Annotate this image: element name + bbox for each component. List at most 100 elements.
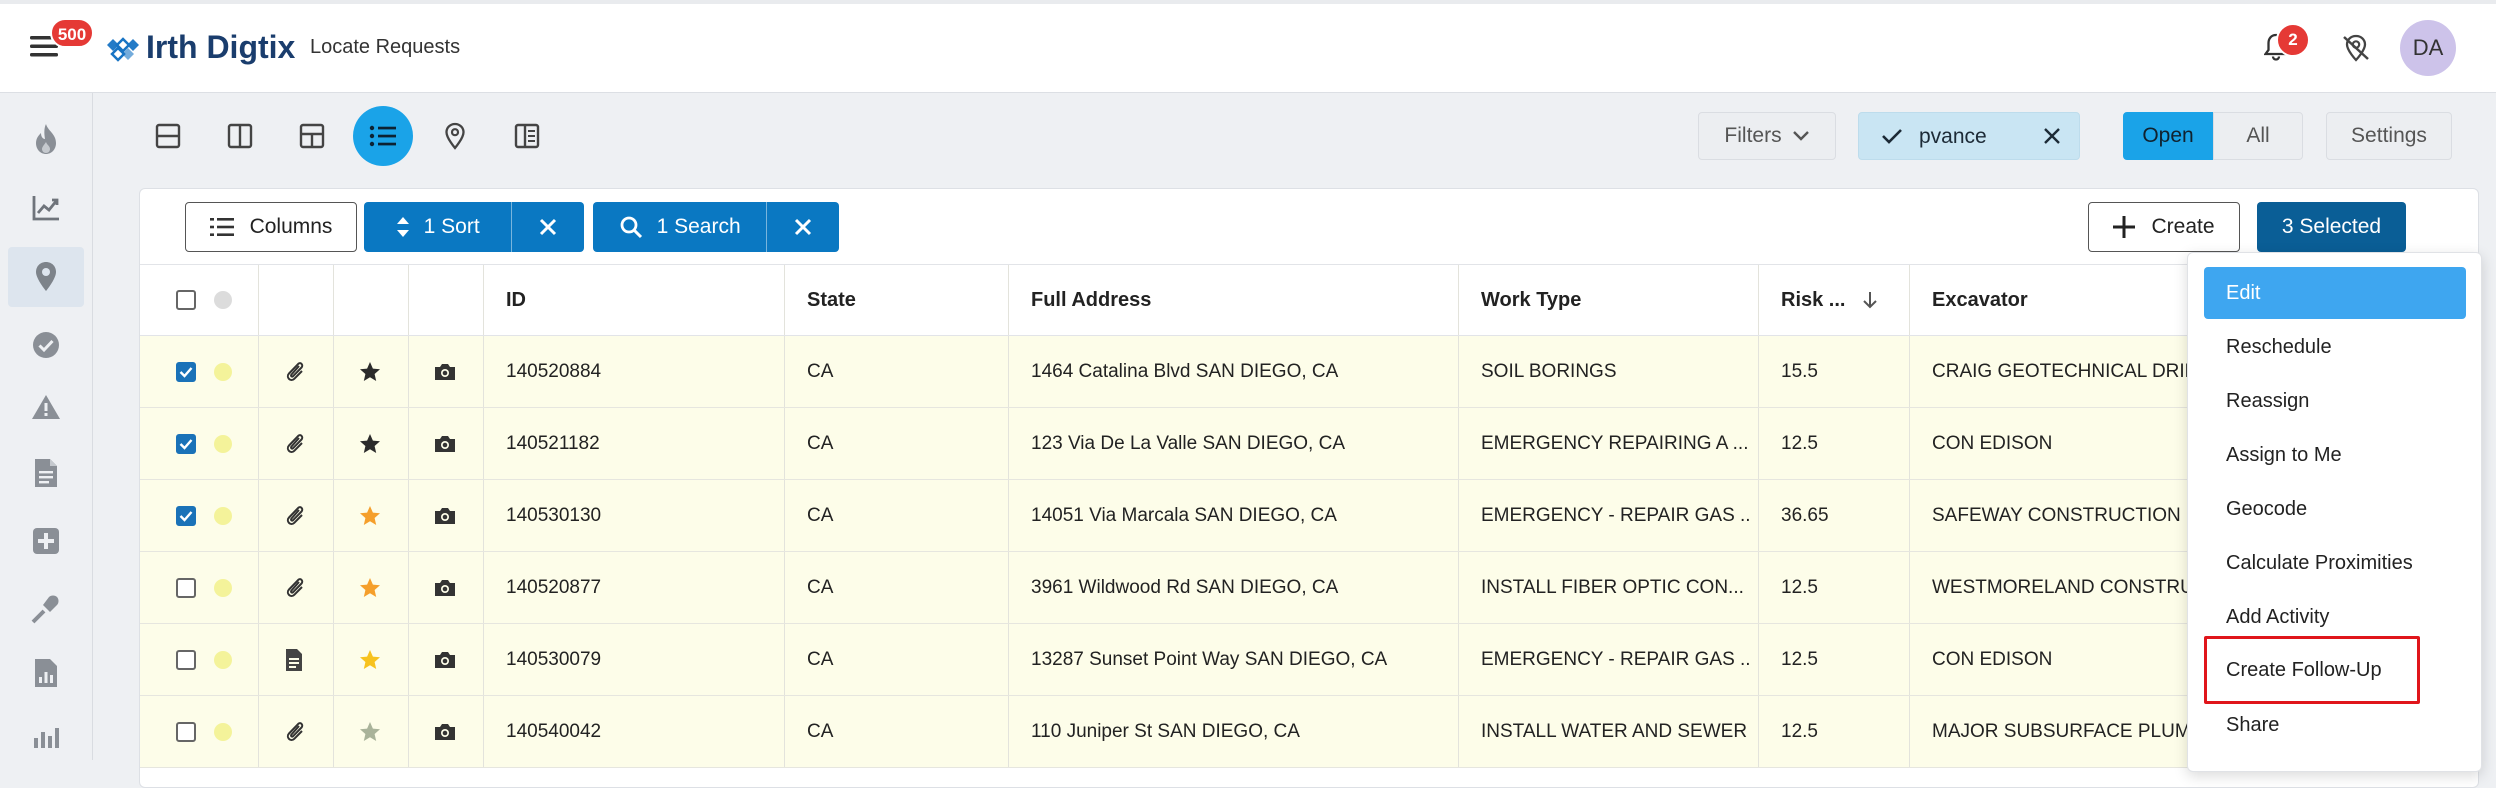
table-row[interactable]: 140521182 CA 123 Via De La Valle SAN DIEGO…	[140, 408, 2478, 480]
menu-item-geocode[interactable]: Geocode	[2204, 483, 2466, 535]
select-all-checkbox[interactable]	[176, 265, 216, 335]
cell-id[interactable]: 140530079	[506, 624, 776, 695]
star-icon[interactable]	[358, 408, 388, 479]
rail-bar-chart-icon[interactable]	[8, 705, 84, 765]
rail-document-icon[interactable]	[8, 443, 84, 503]
cell-state: CA	[807, 432, 834, 454]
paperclip-icon[interactable]	[284, 552, 314, 623]
camera-icon[interactable]	[433, 408, 463, 479]
menu-item-create-follow-up[interactable]: Create Follow-Up	[2204, 636, 2420, 704]
row-checkbox[interactable]	[176, 696, 216, 767]
clear-sort-close-icon[interactable]	[511, 202, 584, 252]
menu-item-edit[interactable]: Edit	[2204, 267, 2466, 319]
camera-icon[interactable]	[433, 624, 463, 695]
location-off-icon[interactable]	[2340, 33, 2372, 63]
cell-work-type: INSTALL WATER AND SEWER	[1481, 720, 1748, 742]
top-accent-line	[0, 0, 2496, 4]
cell-risk: 12.5	[1781, 576, 1818, 598]
cell-full-address: 13287 Sunset Point Way SAN DIEGO, CA	[1031, 648, 1388, 670]
menu-item-share[interactable]: Share	[2204, 699, 2466, 751]
filters-button[interactable]: Filters	[1698, 112, 1836, 160]
clear-search-close-icon[interactable]	[766, 202, 839, 252]
view-map-button[interactable]	[425, 106, 485, 166]
paperclip-icon[interactable]	[284, 480, 314, 551]
columns-label: Columns	[249, 215, 333, 238]
star-icon[interactable]	[358, 624, 388, 695]
cell-risk: 12.5	[1781, 648, 1818, 670]
row-checkbox[interactable]	[176, 336, 216, 407]
rail-locate-requests-icon[interactable]	[8, 247, 84, 307]
camera-icon[interactable]	[433, 480, 463, 551]
rail-fire-icon[interactable]	[8, 109, 84, 169]
view-quad-layout-button[interactable]	[282, 106, 342, 166]
remove-filter-close-icon[interactable]	[2043, 127, 2061, 145]
user-filter-label: pvance	[1919, 125, 1987, 148]
sort-descending-arrow-icon[interactable]	[1862, 265, 1892, 335]
chevron-down-icon	[1792, 130, 1810, 142]
star-icon[interactable]	[358, 552, 388, 623]
rail-shovel-icon[interactable]	[8, 579, 84, 639]
irth-logo-icon	[106, 34, 140, 64]
row-checkbox[interactable]	[176, 624, 216, 695]
star-icon[interactable]	[358, 336, 388, 407]
table-row[interactable]: 140530079 CA 13287 Sunset Point Way SAN DI…	[140, 624, 2478, 696]
rail-analytics-icon[interactable]	[8, 178, 84, 238]
menu-item-assign-to-me[interactable]: Assign to Me	[2204, 429, 2466, 481]
selected-actions-button[interactable]: 3 Selected	[2257, 202, 2406, 252]
column-header-state[interactable]: State	[807, 265, 1007, 335]
cell-id[interactable]: 140530130	[506, 480, 776, 551]
sort-chip: 1 Sort	[364, 202, 584, 252]
search-label: 1 Search	[656, 215, 741, 238]
cell-id[interactable]: 140520877	[506, 552, 776, 623]
columns-button[interactable]: Columns	[185, 202, 357, 252]
row-checkbox[interactable]	[176, 552, 216, 623]
cell-risk: 36.65	[1781, 504, 1829, 526]
menu-item-reschedule[interactable]: Reschedule	[2204, 321, 2466, 373]
table-row[interactable]: 140540042 CA 110 Juniper St SAN DIEGO, CA I…	[140, 696, 2478, 768]
cell-id[interactable]: 140520884	[506, 336, 776, 407]
settings-button[interactable]: Settings	[2326, 112, 2452, 160]
document-icon[interactable]	[284, 624, 314, 695]
cell-work-type: INSTALL FIBER OPTIC CON...	[1481, 576, 1744, 598]
paperclip-icon[interactable]	[284, 408, 314, 479]
camera-icon[interactable]	[433, 336, 463, 407]
requests-grid-panel: Columns 1 Sort 1 Search Create 3 Selecte…	[139, 188, 2479, 788]
camera-icon[interactable]	[433, 552, 463, 623]
search-button[interactable]: 1 Search	[593, 202, 766, 252]
rail-completed-icon[interactable]	[8, 315, 84, 375]
cell-full-address: 14051 Via Marcala SAN DIEGO, CA	[1031, 504, 1337, 526]
rail-warning-icon[interactable]	[8, 377, 84, 437]
view-split-vertical-button[interactable]	[210, 106, 270, 166]
user-filter-chip[interactable]: pvance	[1858, 112, 2080, 160]
cell-id[interactable]: 140521182	[506, 408, 776, 479]
column-header-work-type[interactable]: Work Type	[1481, 265, 1741, 335]
row-checkbox[interactable]	[176, 480, 216, 551]
menu-item-reassign[interactable]: Reassign	[2204, 375, 2466, 427]
all-toggle-button[interactable]: All	[2213, 112, 2303, 160]
rail-report-icon[interactable]	[8, 643, 84, 703]
camera-icon[interactable]	[433, 696, 463, 767]
rail-add-icon[interactable]	[8, 511, 84, 571]
paperclip-icon[interactable]	[284, 336, 314, 407]
view-detail-panel-button[interactable]	[497, 106, 557, 166]
open-toggle-button[interactable]: Open	[2123, 112, 2213, 160]
page-title: Locate Requests	[310, 36, 461, 58]
cell-id[interactable]: 140540042	[506, 696, 776, 767]
view-split-horizontal-button[interactable]	[138, 106, 198, 166]
row-checkbox[interactable]	[176, 408, 216, 479]
star-icon[interactable]	[358, 480, 388, 551]
paperclip-icon[interactable]	[284, 696, 314, 767]
create-button[interactable]: Create	[2088, 202, 2240, 252]
left-nav-rail	[0, 93, 93, 760]
table-row[interactable]: 140520877 CA 3961 Wildwood Rd SAN DIEGO, C…	[140, 552, 2478, 624]
avatar[interactable]: DA	[2400, 20, 2456, 76]
menu-item-calculate-proximities[interactable]: Calculate Proximities	[2204, 537, 2466, 589]
column-header-full-address[interactable]: Full Address	[1031, 265, 1431, 335]
table-row[interactable]: 140530130 CA 14051 Via Marcala SAN DIEGO, …	[140, 480, 2478, 552]
view-list-button[interactable]	[353, 106, 413, 166]
table-row[interactable]: 140520884 CA 1464 Catalina Blvd SAN DIEGO,…	[140, 336, 2478, 408]
star-icon[interactable]	[358, 696, 388, 767]
cell-state: CA	[807, 360, 834, 382]
columns-list-icon	[209, 216, 234, 238]
sort-button[interactable]: 1 Sort	[364, 202, 511, 252]
